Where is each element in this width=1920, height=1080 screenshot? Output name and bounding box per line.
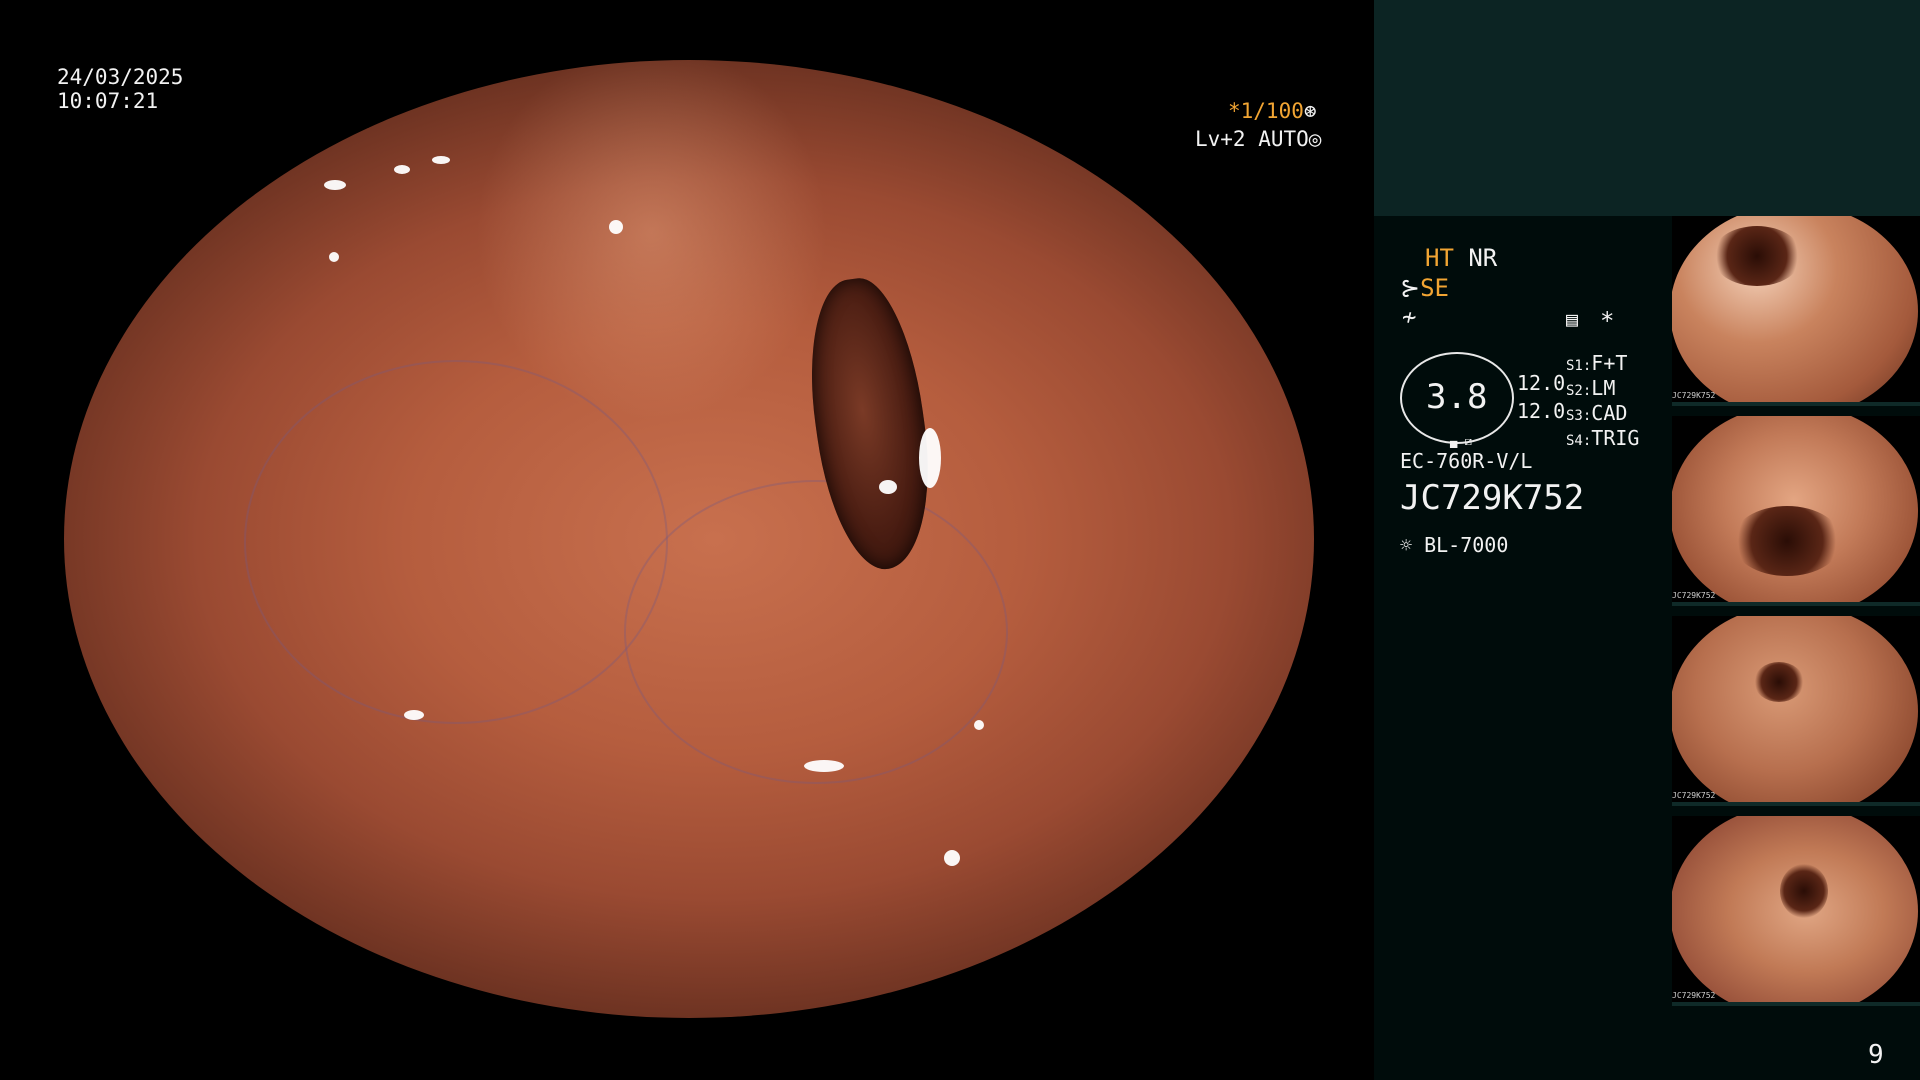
glint — [432, 156, 450, 164]
light-level: Lv+2 AUTO◎ — [1195, 126, 1321, 152]
thumbnail-serial: JC729K752 — [1672, 991, 1716, 1000]
switch-key: S4: — [1566, 433, 1592, 449]
lamp-icon: ☼ — [1400, 533, 1413, 557]
scope-serial: JC729K752 — [1400, 478, 1585, 518]
mode-line-1: HT NR — [1425, 244, 1497, 272]
star-indicator: * — [1600, 307, 1615, 335]
light-source-label: BL-7000 — [1424, 533, 1509, 557]
thumbnail-serial: JC729K752 — [1672, 591, 1716, 600]
thumbnail-lumen — [1780, 864, 1828, 918]
shutter-speed: *1/100⊛ — [1228, 98, 1317, 124]
shutter-value: *1/100 — [1228, 99, 1304, 123]
mode-nr: NR — [1468, 244, 1498, 272]
switch-label: F+T — [1591, 351, 1628, 375]
date-display: 24/03/2025 — [57, 65, 184, 89]
glint — [394, 165, 410, 174]
thumbnail-strip — [1672, 602, 1920, 606]
thumbnail-lumen — [1732, 506, 1842, 576]
thumbnail-1[interactable]: JC729K752 — [1672, 216, 1920, 406]
zoom-value: 3.8 — [1426, 377, 1488, 417]
tilde-icon: ≁ — [1402, 303, 1417, 331]
scope-icon: ⊱ — [1400, 274, 1421, 302]
glint — [609, 220, 623, 234]
glint — [804, 760, 844, 772]
value-2: 12.0 — [1517, 399, 1566, 423]
glint — [974, 720, 984, 730]
value-1: 12.0 — [1517, 371, 1566, 395]
glint — [324, 180, 346, 190]
thumbnail-serial: JC729K752 — [1672, 391, 1716, 400]
switch-key: S2: — [1566, 383, 1592, 399]
glint — [329, 252, 339, 262]
switch-key: S3: — [1566, 408, 1592, 424]
switch-label: TRIG — [1591, 426, 1640, 450]
glint — [404, 710, 424, 720]
thumbnail-strip — [1672, 1002, 1920, 1006]
mode-se: SE — [1420, 274, 1450, 302]
memo-icon: ▤ — [1566, 307, 1579, 331]
iris-icon: ◎ — [1308, 127, 1322, 151]
image-mask-top — [0, 0, 1360, 60]
thumbnail-image — [1672, 616, 1918, 806]
glint — [879, 480, 897, 494]
time-display: 10:07:21 — [57, 89, 159, 113]
thumbnail-strip — [1672, 402, 1920, 406]
thumbnail-lumen — [1712, 226, 1802, 286]
mode-line-2: ⊱SE — [1400, 274, 1449, 302]
aperture-icon: ⊛ — [1303, 99, 1317, 123]
thumbnail-3[interactable]: JC729K752 — [1672, 616, 1920, 806]
glint — [944, 850, 960, 866]
mucosa-fold — [624, 480, 1008, 784]
thumbnail-4[interactable]: JC729K752 — [1672, 816, 1920, 1006]
light-level-value: Lv+2 AUTO — [1195, 127, 1309, 151]
thumbnail-lumen — [1754, 662, 1804, 702]
switch-label: CAD — [1591, 401, 1628, 425]
image-mask-bottom — [0, 1018, 1360, 1080]
endoscope-view — [64, 60, 1314, 1018]
thumbnail-serial: JC729K752 — [1672, 791, 1716, 800]
light-source: ☼ BL-7000 — [1400, 532, 1508, 558]
glint — [919, 428, 941, 488]
switch-s4: S4:TRIG — [1566, 425, 1639, 454]
mode-ht: HT — [1425, 244, 1454, 272]
switch-key: S1: — [1566, 358, 1592, 374]
panel-header-area — [1374, 0, 1920, 216]
scope-model: EC-760R-V/L — [1400, 449, 1533, 473]
switch-label: LM — [1591, 376, 1616, 400]
mucosa-fold — [244, 360, 668, 724]
thumbnail-2[interactable]: JC729K752 — [1672, 416, 1920, 606]
thumbnail-strip — [1672, 802, 1920, 806]
page-number: 9 — [1868, 1040, 1884, 1070]
